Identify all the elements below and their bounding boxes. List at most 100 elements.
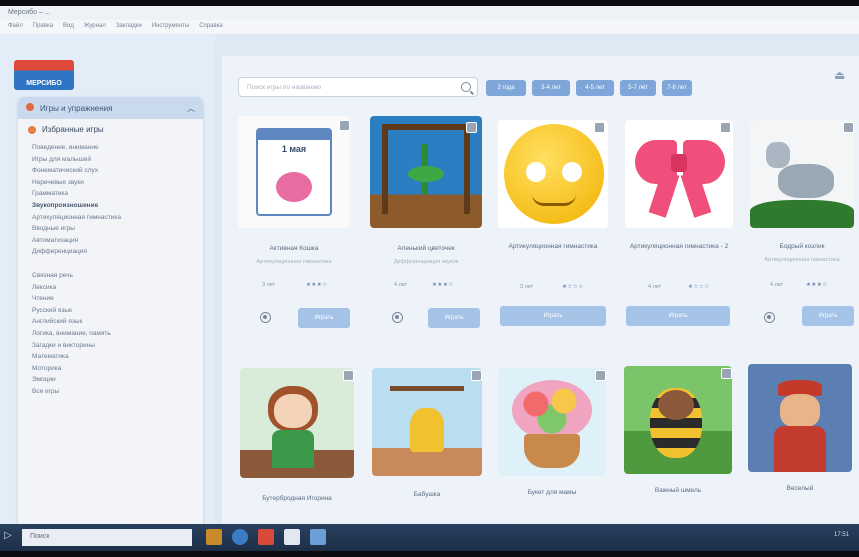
card-title: Веселый <box>786 485 814 492</box>
favorite-toggle-5[interactable] <box>843 122 854 133</box>
play-button[interactable]: Играть <box>428 308 480 328</box>
search-placeholder: Поиск игры по названию <box>247 84 322 91</box>
taskbar-search[interactable]: Поиск <box>22 529 192 546</box>
user-icon[interactable]: ⏏ <box>834 68 854 86</box>
play-button[interactable]: Играть <box>802 306 854 326</box>
card-subtitle: Артикуляционная гимнастика <box>256 259 332 265</box>
card-subtitle: Дифференциация звуков <box>393 259 459 265</box>
age-filter-5[interactable]: 7-8 лет <box>662 80 692 96</box>
sidebar-item[interactable]: Загадки и викторины <box>32 340 189 352</box>
card-image-bumblebee[interactable] <box>624 366 732 474</box>
rating-stars: ★★★☆ <box>806 282 828 288</box>
favorite-toggle-2[interactable] <box>466 122 477 133</box>
menu-tools[interactable]: Инструменты <box>152 23 189 31</box>
menu-edit[interactable]: Правка <box>33 23 53 31</box>
card-image-bouquet[interactable] <box>498 368 606 476</box>
sidebar-item[interactable]: Дифференциация <box>32 246 189 258</box>
app-white-icon[interactable] <box>284 529 300 545</box>
sidebar-item[interactable]: Поведение, внимание <box>32 142 189 154</box>
card-image-girl[interactable] <box>240 368 354 478</box>
favorite-toggle-1[interactable] <box>339 120 350 131</box>
start-icon[interactable]: ▷ <box>4 530 18 544</box>
menu-help[interactable]: Справка <box>199 23 223 31</box>
card-image-articulation-1[interactable] <box>498 120 608 228</box>
search-input[interactable]: Поиск игры по названию <box>238 77 478 97</box>
age-filter-3[interactable]: 4-5 лет <box>576 80 614 96</box>
app-red-icon[interactable] <box>258 529 274 545</box>
character-face <box>780 394 820 428</box>
app-blue-icon[interactable] <box>310 529 326 545</box>
card-title: Важный шмель <box>654 487 702 494</box>
sidebar-item[interactable]: Автоматизация <box>32 235 189 247</box>
sidebar-favorites-label: Избранные игры <box>42 125 104 134</box>
card-image-goat[interactable] <box>750 120 854 228</box>
play-button[interactable]: Играть <box>626 306 730 326</box>
sidebar-header-title: Игры и упражнения <box>40 104 113 113</box>
grass-hill <box>750 200 854 228</box>
play-button[interactable]: Играть <box>500 306 606 326</box>
sidebar-item[interactable]: Логика, внимание, память <box>32 328 189 340</box>
browser-icon[interactable] <box>232 529 248 545</box>
menu-view[interactable]: Вид <box>63 23 74 31</box>
sidebar: Игры и упражнения ︿ Избранные игры Повед… <box>18 97 203 537</box>
file-explorer-icon[interactable] <box>206 529 222 545</box>
favorite-toggle-6[interactable] <box>343 370 354 381</box>
settings-gear-icon[interactable] <box>392 312 403 323</box>
menu-history[interactable]: Журнал <box>84 23 106 31</box>
brand-logo[interactable]: МЕРСИБО <box>14 60 74 90</box>
chevron-up-icon[interactable]: ︿ <box>187 103 195 114</box>
card-image-grandma[interactable] <box>372 368 482 476</box>
sidebar-item[interactable]: Моторика <box>32 363 189 375</box>
sidebar-item[interactable]: Эмоции <box>32 374 189 386</box>
sidebar-item[interactable]: Грамматика <box>32 188 189 200</box>
search-icon[interactable] <box>461 82 471 92</box>
favorite-toggle-7[interactable] <box>471 370 482 381</box>
rating-stars: ★☆☆☆ <box>688 284 710 290</box>
sidebar-item[interactable]: Звукопроизношение <box>32 200 189 212</box>
sidebar-item[interactable]: Английский язык <box>32 316 189 328</box>
favorite-toggle-3[interactable] <box>594 122 605 133</box>
smiley-right-eye <box>562 162 582 182</box>
age-filter-2[interactable]: 3-4 лет <box>532 80 570 96</box>
sidebar-item-favorites[interactable]: Избранные игры <box>18 119 203 140</box>
calendar-illustration: 1 мая <box>256 128 332 216</box>
system-tray[interactable]: 17:51 <box>834 532 849 538</box>
sidebar-item[interactable]: Артикуляционная гимнастика <box>32 212 189 224</box>
card-image-articulation-2[interactable] <box>625 120 733 228</box>
sidebar-item[interactable]: Связная речь <box>32 270 189 282</box>
card-image-active-cat[interactable]: 1 мая <box>238 116 350 228</box>
window-title-bar: Мерсибо – ... <box>0 6 859 20</box>
favorite-toggle-4[interactable] <box>720 122 731 133</box>
card-image-cheerful[interactable] <box>748 364 852 472</box>
sidebar-item[interactable]: Русский язык <box>32 305 189 317</box>
age-filter-4[interactable]: 5-7 лет <box>620 80 656 96</box>
age-label: 4 лет <box>394 282 408 288</box>
sidebar-item[interactable]: Игры для малышей <box>32 154 189 166</box>
sidebar-item[interactable]: Чтение <box>32 293 189 305</box>
menu-bookmarks[interactable]: Закладки <box>116 23 142 31</box>
sidebar-item[interactable]: Неречевые звуки <box>32 177 189 189</box>
frame-right-post <box>464 124 470 214</box>
menu-file[interactable]: Файл <box>8 23 23 31</box>
clock: 17:51 <box>833 532 849 538</box>
sidebar-header[interactable]: Игры и упражнения ︿ <box>18 97 203 119</box>
flower-leaves <box>408 166 444 182</box>
favorite-toggle-8[interactable] <box>595 370 606 381</box>
play-button[interactable]: Играть <box>298 308 350 328</box>
sidebar-item[interactable]: Лексика <box>32 282 189 294</box>
calendar-top <box>258 130 330 140</box>
flowers <box>512 380 592 440</box>
sidebar-item[interactable]: Вводные игры <box>32 223 189 235</box>
rating-stars: ★★★☆ <box>432 282 454 288</box>
card-image-scarlet-flower[interactable] <box>370 116 482 228</box>
age-label: 3 лет <box>262 282 276 288</box>
sidebar-item[interactable]: Математика <box>32 351 189 363</box>
settings-gear-icon[interactable] <box>764 312 775 323</box>
rating-stars: ★★★☆ <box>306 282 328 288</box>
smiley-left-eye <box>526 162 546 182</box>
sidebar-item[interactable]: Все игры <box>32 386 189 398</box>
sidebar-item[interactable]: Фонематический слух <box>32 165 189 177</box>
settings-gear-icon[interactable] <box>260 312 271 323</box>
age-filter-1[interactable]: 2 года <box>486 80 526 96</box>
favorite-toggle-9[interactable] <box>721 368 732 379</box>
